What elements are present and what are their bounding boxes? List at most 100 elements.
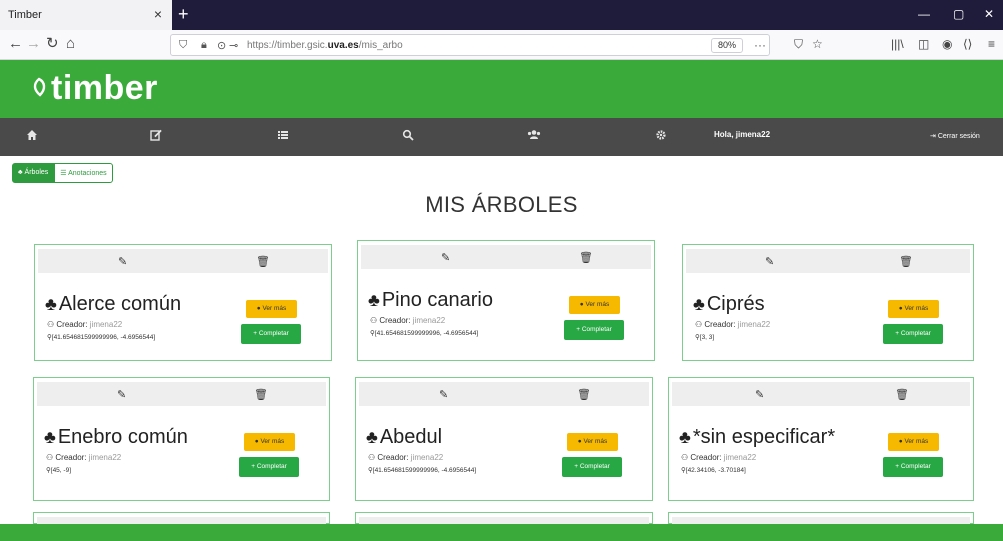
completar-button[interactable]: + Completar [883,457,943,477]
user-icon: ⚇ [46,453,56,462]
site-logo[interactable]: timber [30,69,158,108]
tab-title: Timber [8,9,42,21]
window-close-icon[interactable]: ✕ [984,7,994,21]
ver-mas-button[interactable]: ● Ver más [888,433,939,451]
tree-card: ✎ 🗑︎ ♣ Alerce común ⚇ Creador: jimena22 ⚲… [34,244,332,361]
completar-button[interactable]: + Completar [883,324,943,344]
annotations-tab-button[interactable]: ☰ Anotaciones [54,163,113,183]
edit-icon[interactable]: ✎ [755,388,764,401]
tab-close-icon[interactable]: × [154,6,162,22]
tree-coordinates: ⚲[41.654681599999996, -4.6956544] [368,467,477,474]
gear-icon[interactable] [655,129,667,141]
bookmark-star-icon[interactable]: ☆ [812,37,823,51]
user-icon: ⚇ [370,316,380,325]
user-greeting[interactable]: Hola, jimena22 [714,130,770,139]
tree-icon: ♣ [679,427,691,447]
tree-creator: ⚇ Creador: jimena22 [47,320,123,329]
forward-icon[interactable]: → [26,36,41,52]
reload-icon[interactable]: ↻ [46,36,59,52]
site-header: timber [0,60,1003,118]
tree-coordinates: ⚲[41.654681599999996, -4.6956544] [47,334,156,341]
card-header: ✎ 🗑︎ [361,245,651,269]
lock-icon: 🔒︎ [201,39,207,51]
ver-mas-button[interactable]: ● Ver más [244,433,295,451]
tree-coordinates: ⚲[41.654681599999996, -4.6956544] [370,330,479,337]
ver-mas-button[interactable]: ● Ver más [888,300,939,318]
tracking-icon: ⊙ [217,40,227,52]
tree-creator: ⚇ Creador: jimena22 [370,316,446,325]
edit-icon[interactable]: ✎ [118,255,127,268]
tree-icon: ♣ [693,294,705,314]
ver-mas-button[interactable]: ● Ver más [246,300,297,318]
users-icon[interactable] [527,129,541,141]
edit-icon[interactable]: ✎ [441,251,450,264]
card-header: ✎ 🗑︎ [686,249,970,273]
tree-icon: ♣ [45,294,57,314]
trees-tab-button[interactable]: ♣ Árboles [12,163,55,183]
page-actions-icon[interactable]: ··· [754,38,766,52]
completar-button[interactable]: + Completar [241,324,301,344]
pocket-icon[interactable]: ⛉ [794,37,803,52]
tree-card [33,512,330,525]
tree-icon: ♣ [44,427,56,447]
completar-button[interactable]: + Completar [239,457,299,477]
tree-name: ♣ Pino canario [368,289,493,311]
home-icon[interactable] [26,129,38,141]
sidebar-icon[interactable]: ◫ [918,37,929,51]
page-title: MIS ÁRBOLES [425,192,578,217]
devtools-icon[interactable]: ⟨⟩ [963,37,972,51]
trash-icon[interactable]: 🗑︎ [579,251,593,264]
minimize-icon[interactable]: — [918,7,930,21]
edit-icon[interactable]: ✎ [439,388,448,401]
list-icon[interactable] [277,129,289,141]
edit-icon[interactable]: ✎ [765,255,774,268]
completar-button[interactable]: + Completar [562,457,622,477]
menu-icon[interactable]: ≡ [988,37,995,51]
trash-icon[interactable]: 🗑︎ [895,388,909,401]
footer-bar [0,524,1003,541]
maximize-icon[interactable]: ▢ [953,7,964,21]
tree-card: ✎ 🗑︎ ♣ Ciprés ⚇ Creador: jimena22 ⚲[3, 3]… [682,244,974,361]
browser-nav-bar: ← → ↻ ⌂ ⛉ 🔒︎ ⊙ ⊸ https://timber.gsic.uva… [0,30,1003,60]
trash-icon[interactable]: 🗑︎ [577,388,591,401]
tree-name: ♣ Alerce común [45,293,182,315]
zoom-level[interactable]: 80% [711,38,744,53]
back-icon[interactable]: ← [8,36,23,52]
new-tab-button[interactable]: + [178,4,189,24]
tree-creator: ⚇ Creador: jimena22 [368,453,444,462]
tree-card: ✎ 🗑︎ ♣ Pino canario ⚇ Creador: jimena22 ⚲… [357,240,655,361]
ver-mas-button[interactable]: ● Ver más [569,296,620,314]
edit-icon[interactable] [150,129,162,141]
ver-mas-button[interactable]: ● Ver más [567,433,618,451]
tree-coordinates: ⚲[45, -9] [46,467,71,474]
tree-name: ♣ Abedul [366,426,443,448]
home-browser-icon[interactable]: ⌂ [66,36,75,52]
permissions-icon: ⊸ [229,40,239,52]
completar-button[interactable]: + Completar [564,320,624,340]
card-header: ✎ 🗑︎ [672,382,970,406]
search-icon[interactable] [402,129,414,141]
trash-icon[interactable]: 🗑︎ [254,388,268,401]
tree-card: ✎ 🗑︎ ♣ Abedul ⚇ Creador: jimena22 ⚲[41.65… [355,377,653,501]
site-menu-bar: Hola, jimena22 ⇥ Cerrar sesión [0,118,1003,156]
library-icon[interactable]: |||\ [891,37,904,51]
trash-icon[interactable]: 🗑︎ [256,255,270,268]
logout-link[interactable]: ⇥ Cerrar sesión [930,132,980,140]
url-bar[interactable]: ⛉ 🔒︎ ⊙ ⊸ https://timber.gsic.uva.es/mis_… [170,34,770,56]
tree-card: ✎ 🗑︎ ♣ *sin especificar* ⚇ Creador: jimen… [668,377,974,501]
tree-card: ✎ 🗑︎ ♣ Enebro común ⚇ Creador: jimena22 ⚲… [33,377,330,501]
trash-icon[interactable]: 🗑︎ [899,255,913,268]
shield-icon: ⛉ [179,39,188,51]
tree-name: ♣ Enebro común [44,426,188,448]
account-icon[interactable]: ◉ [942,37,952,51]
edit-icon[interactable]: ✎ [117,388,126,401]
tree-name: ♣ *sin especificar* [679,426,836,448]
browser-tab[interactable]: Timber × [0,0,172,30]
logo-text: timber [51,69,158,107]
user-icon: ⚇ [368,453,378,462]
url-text[interactable]: https://timber.gsic.uva.es/mis_arbo [247,40,403,51]
browser-tab-bar: Timber × + — ▢ ✕ [0,0,1003,30]
tree-card [355,512,653,525]
tree-card [668,512,974,525]
tree-coordinates: ⚲[42.34106, -3.70184] [681,467,746,474]
